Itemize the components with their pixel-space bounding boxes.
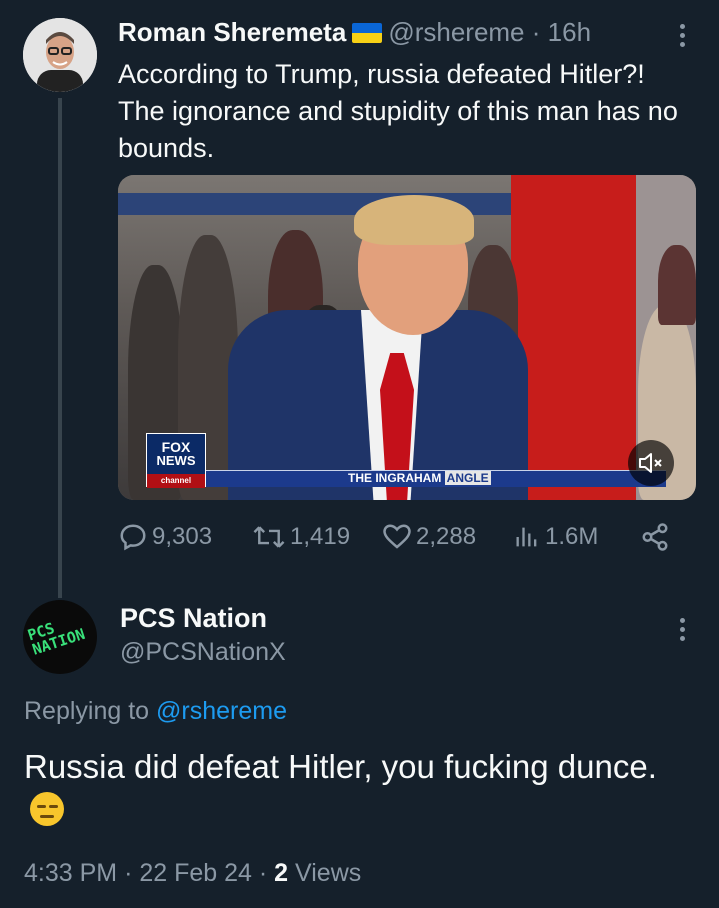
views-button[interactable]: 1.6M bbox=[513, 522, 598, 552]
speaker-muted-icon bbox=[639, 453, 662, 473]
expressionless-face-icon bbox=[30, 792, 64, 826]
reply-more-options-icon[interactable] bbox=[670, 612, 694, 646]
meta-separator: · bbox=[258, 859, 268, 887]
reply-author-handle[interactable]: @PCSNationX bbox=[120, 636, 286, 668]
repost-button[interactable]: 1,419 bbox=[252, 522, 350, 552]
reply-time[interactable]: 4:33 PM bbox=[24, 859, 117, 887]
tweet-text: According to Trump, russia defeated Hitl… bbox=[118, 59, 678, 163]
replying-prefix: Replying to bbox=[24, 697, 150, 725]
repost-count: 1,419 bbox=[290, 523, 351, 550]
repost-icon bbox=[253, 526, 285, 548]
reply-button[interactable]: 9,303 bbox=[118, 522, 212, 552]
reply-icon bbox=[120, 524, 146, 551]
ukraine-flag-icon bbox=[352, 23, 383, 43]
logo-line-3: channel bbox=[147, 474, 205, 488]
reply-views-count: 2 bbox=[274, 859, 289, 887]
logo-line-2: NEWS bbox=[156, 453, 196, 468]
author-avatar[interactable] bbox=[23, 18, 97, 92]
video-set-column bbox=[511, 175, 636, 500]
heart-icon bbox=[383, 524, 411, 549]
thread-connector-line bbox=[58, 98, 62, 598]
replying-to: Replying to @rshereme bbox=[24, 694, 287, 728]
share-icon bbox=[642, 523, 668, 551]
tweet-actions: 9,303 1,419 2,288 1.6M bbox=[118, 522, 678, 558]
like-button[interactable]: 2,288 bbox=[382, 522, 476, 552]
like-count: 2,288 bbox=[416, 523, 477, 550]
reply-metadata: 4:33 PM · 22 Feb 24 · 2 Views bbox=[24, 856, 361, 890]
author-name[interactable]: Roman Sheremeta bbox=[118, 17, 346, 47]
separator: · bbox=[531, 17, 541, 47]
show-title-tag: ANGLE bbox=[444, 471, 491, 485]
show-title: THE INGRAHAM ANGLE bbox=[348, 471, 491, 485]
speaker-hair bbox=[354, 195, 474, 245]
tweet-header: Roman Sheremeta @rshereme · 16h bbox=[118, 16, 591, 48]
pcs-nation-logo: PCS NATION bbox=[25, 618, 88, 659]
view-count: 1.6M bbox=[545, 523, 599, 550]
show-title-main: THE INGRAHAM bbox=[348, 471, 442, 485]
unmute-button[interactable] bbox=[628, 440, 674, 486]
audience-person bbox=[658, 245, 696, 325]
meta-separator: · bbox=[124, 859, 133, 887]
reply-author-avatar[interactable]: PCS NATION bbox=[23, 600, 97, 674]
author-handle[interactable]: @rshereme bbox=[388, 17, 524, 47]
avatar-photo bbox=[23, 18, 97, 92]
fox-news-logo: FOX NEWS channel bbox=[146, 433, 206, 488]
more-options-icon[interactable] bbox=[670, 18, 694, 52]
replying-handle-link[interactable]: @rshereme bbox=[156, 697, 287, 725]
logo-line-1: FOX bbox=[161, 439, 191, 455]
video-player[interactable]: THE INGRAHAM ANGLE FOX NEWS channel bbox=[118, 175, 696, 500]
reply-count: 9,303 bbox=[152, 523, 213, 550]
reply-views-label: Views bbox=[295, 859, 362, 887]
tweet-time[interactable]: 16h bbox=[548, 17, 591, 47]
share-button[interactable] bbox=[640, 522, 674, 552]
reply-author-name[interactable]: PCS Nation bbox=[120, 602, 267, 634]
analytics-icon bbox=[516, 527, 537, 547]
reply-date[interactable]: 22 Feb 24 bbox=[139, 859, 252, 887]
reply-text: Russia did defeat Hitler, you fucking du… bbox=[24, 745, 684, 831]
reply-text-body: Russia did defeat Hitler, you fucking du… bbox=[24, 748, 657, 785]
